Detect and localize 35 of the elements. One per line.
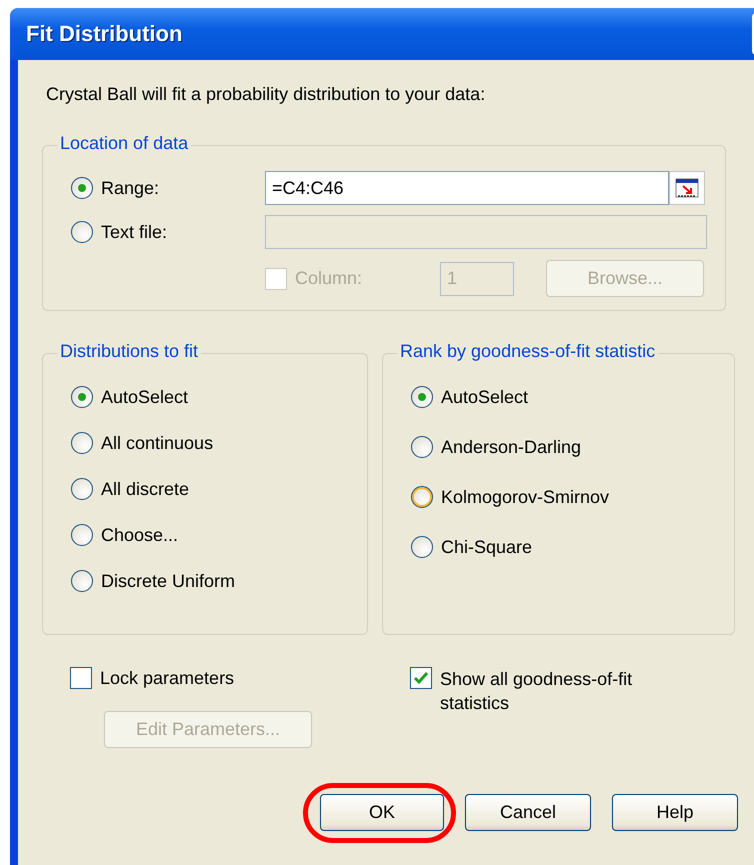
radio-label[interactable]: Range: <box>101 178 160 198</box>
radio-label[interactable]: Kolmogorov-Smirnov <box>441 486 610 508</box>
checkbox-label: Show all goodness-of-fit statistics <box>440 668 634 715</box>
checkbox-label: Lock parameters <box>100 668 234 688</box>
checkbox[interactable] <box>410 667 432 689</box>
range-picker-icon[interactable] <box>669 171 705 205</box>
radio-button[interactable] <box>71 221 93 243</box>
radio-label[interactable]: All discrete <box>101 478 190 500</box>
radio-label[interactable]: Text file: <box>101 222 168 242</box>
window-title: Fit Distribution <box>26 21 182 47</box>
radio-label[interactable]: Discrete Uniform <box>101 570 236 592</box>
radio-label[interactable]: AutoSelect <box>101 386 188 408</box>
radio-button[interactable] <box>411 436 433 458</box>
dialog-button[interactable]: Cancel <box>465 794 591 831</box>
radio-label[interactable]: AutoSelect <box>441 386 528 408</box>
radio-button[interactable] <box>71 478 93 500</box>
radio-label[interactable]: Chi-Square <box>441 536 532 558</box>
intro-text: Crystal Ball will fit a probability distribution to your data: <box>46 84 486 105</box>
checkbox-label: Column: <box>295 268 362 289</box>
checkbox[interactable] <box>70 667 92 689</box>
radio-button[interactable] <box>411 536 433 558</box>
radio-button[interactable] <box>71 432 93 454</box>
radio-button[interactable] <box>71 386 93 408</box>
dialog-button[interactable]: Help <box>612 794 738 831</box>
radio-button[interactable] <box>71 524 93 546</box>
radio-button[interactable] <box>71 570 93 592</box>
dialog-button[interactable]: OK <box>320 794 444 831</box>
group-title: Rank by goodness-of-fit statistic <box>397 341 658 362</box>
radio-button[interactable] <box>411 486 433 508</box>
radio-button[interactable] <box>71 177 93 199</box>
range-field[interactable]: =C4:C46 <box>265 171 669 205</box>
radio-button[interactable] <box>411 386 433 408</box>
radio-label[interactable]: All continuous <box>101 432 214 454</box>
radio-label[interactable]: Anderson-Darling <box>441 436 582 458</box>
radio-label[interactable]: Choose... <box>101 524 178 546</box>
